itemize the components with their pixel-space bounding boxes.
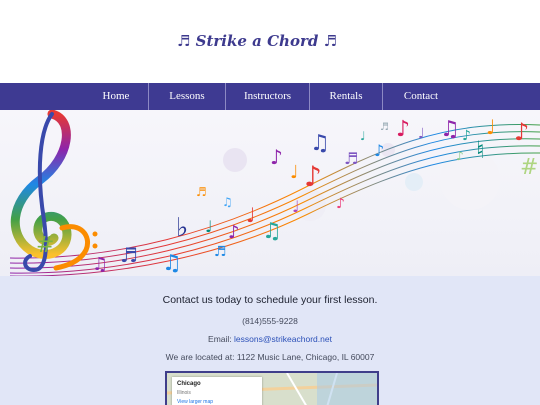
svg-text:♩: ♩ xyxy=(360,129,366,143)
contact-heading: Contact us today to schedule your first … xyxy=(162,294,378,306)
nav-instructors[interactable]: Instructors xyxy=(226,83,309,110)
nav-rentals[interactable]: Rentals xyxy=(310,83,382,110)
svg-text:♫: ♫ xyxy=(310,131,330,156)
contact-email-prefix: Email: xyxy=(208,334,235,344)
svg-text:♩: ♩ xyxy=(292,197,300,216)
svg-text:♩: ♩ xyxy=(418,126,425,142)
contact-section: Contact us today to schedule your first … xyxy=(0,276,540,405)
svg-text:♫: ♫ xyxy=(440,117,460,142)
svg-text:♬: ♬ xyxy=(120,243,138,267)
nav-home[interactable]: Home xyxy=(84,83,148,110)
svg-text:♪: ♪ xyxy=(304,160,322,193)
map-state: Illinois xyxy=(177,390,191,396)
svg-text:♮: ♮ xyxy=(476,136,485,164)
svg-text:♩: ♩ xyxy=(246,203,255,227)
nav-contact[interactable]: Contact xyxy=(383,83,459,110)
svg-text:♫: ♫ xyxy=(162,251,182,276)
svg-text:♫: ♫ xyxy=(222,195,233,209)
svg-text:♬: ♬ xyxy=(214,244,227,260)
map-info-card: Chicago Illinois View larger map xyxy=(172,377,262,405)
site-header: ♬ Strike a Chord ♬ xyxy=(0,0,540,83)
svg-text:♫: ♫ xyxy=(92,254,108,275)
svg-text:♪: ♪ xyxy=(456,149,464,163)
svg-text:♪: ♪ xyxy=(270,145,283,169)
svg-text:♪: ♪ xyxy=(462,128,471,144)
svg-text:♫: ♫ xyxy=(262,219,282,244)
main-nav: Home Lessons Instructors Rentals Contact xyxy=(0,83,540,110)
contact-phone: (814)555-9228 xyxy=(242,316,298,326)
svg-text:♪: ♪ xyxy=(228,222,240,243)
svg-text:♬: ♬ xyxy=(196,185,207,199)
svg-text:♪: ♪ xyxy=(374,141,384,160)
svg-text:♭: ♭ xyxy=(176,213,188,243)
nav-lessons[interactable]: Lessons xyxy=(149,83,225,110)
music-notes-illustration: # # ♫ ♬ ♫ ♭ ♩ ♬ ♪ ♩ ♪ ♫ ♩ ♪ ♩ ♫ ♪ ♬ ♩ ♪ … xyxy=(9,110,540,276)
map-view-larger-link[interactable]: View larger map xyxy=(177,399,213,405)
svg-text:♩: ♩ xyxy=(205,217,213,236)
svg-text:♬: ♬ xyxy=(344,149,358,168)
svg-text:♪: ♪ xyxy=(514,118,529,146)
music-notes-banner: # # ♫ ♬ ♫ ♭ ♩ ♬ ♪ ♩ ♪ ♫ ♩ ♪ ♩ ♫ ♪ ♬ ♩ ♪ … xyxy=(0,110,540,276)
svg-text:♬: ♬ xyxy=(380,122,389,133)
svg-text:#: # xyxy=(36,233,54,258)
contact-email-link[interactable]: lessons@strikeachord.net xyxy=(234,334,332,344)
contact-email-line: Email: lessons@strikeachord.net xyxy=(0,334,540,344)
svg-text:♪: ♪ xyxy=(396,117,410,142)
contact-address: We are located at: 1122 Music Lane, Chic… xyxy=(165,352,375,362)
embedded-map[interactable]: Chicago Illinois View larger map xyxy=(165,371,379,405)
map-city: Chicago xyxy=(177,381,201,387)
site-title[interactable]: ♬ Strike a Chord ♬ xyxy=(0,32,514,50)
svg-text:♩: ♩ xyxy=(290,162,299,183)
svg-text:#: # xyxy=(520,155,538,180)
svg-text:♩: ♩ xyxy=(486,115,495,139)
svg-text:♪: ♪ xyxy=(336,196,345,212)
